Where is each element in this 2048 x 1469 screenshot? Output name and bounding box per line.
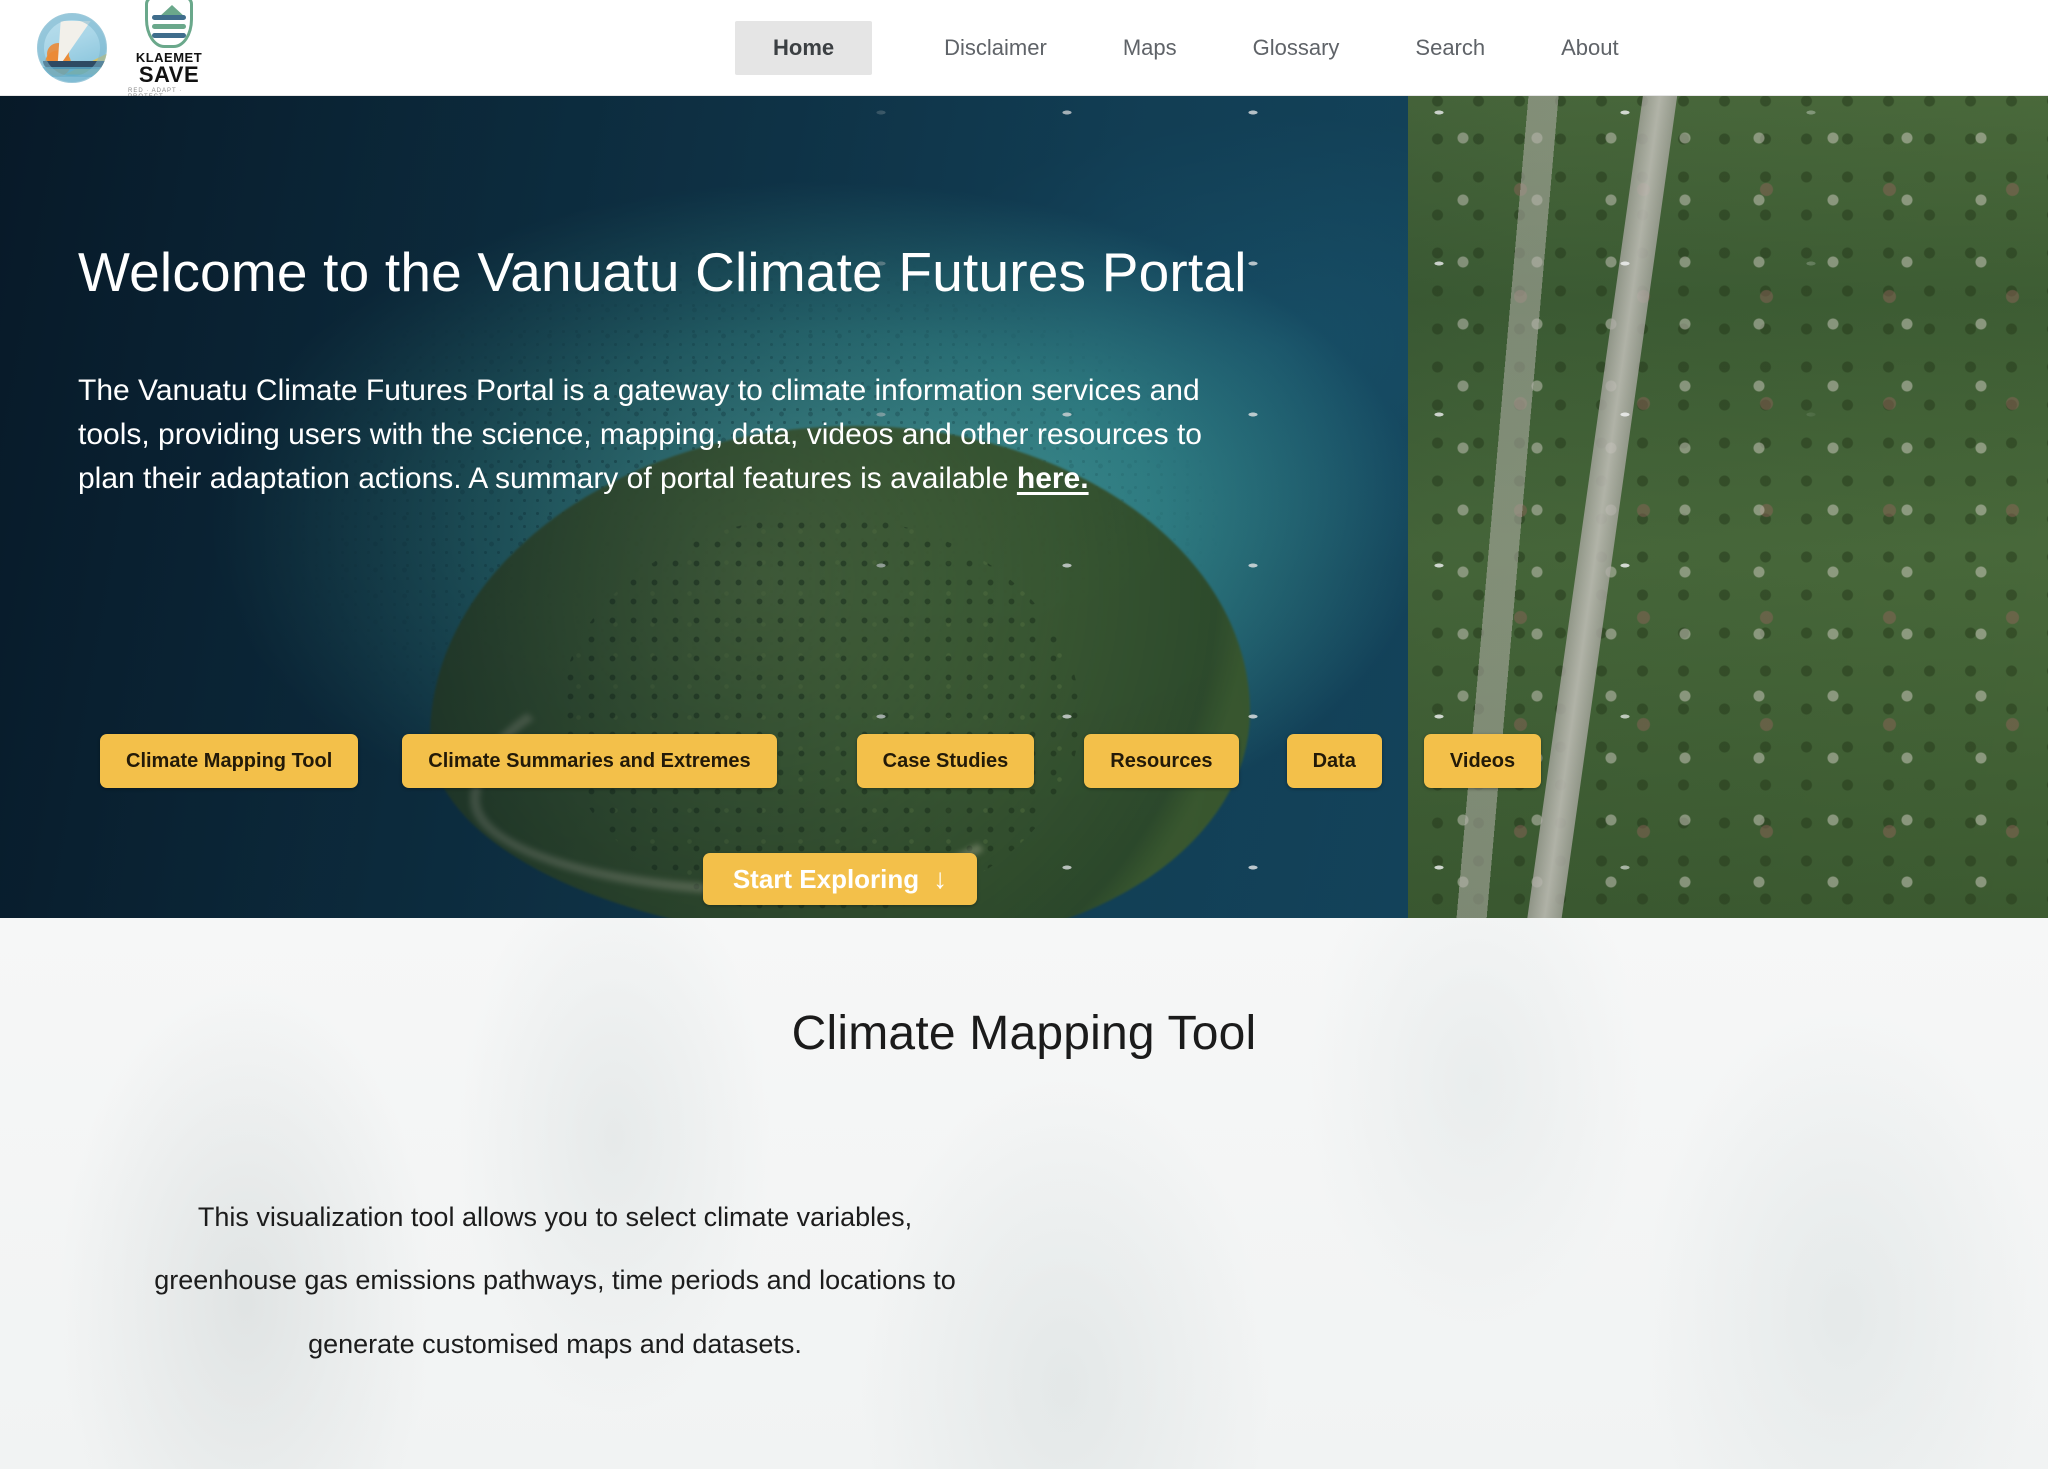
start-exploring-button[interactable]: Start Exploring ↓	[703, 853, 977, 905]
crest-ring	[37, 13, 107, 83]
hero-quick-link-row: Climate Mapping Tool Climate Summaries a…	[0, 734, 1600, 788]
nav-item-maps[interactable]: Maps	[1085, 21, 1215, 75]
hero-banner: Welcome to the Vanuatu Climate Futures P…	[0, 96, 2048, 918]
nav-item-disclaimer[interactable]: Disclaimer	[906, 21, 1085, 75]
nav-item-glossary[interactable]: Glossary	[1215, 21, 1378, 75]
shield-band	[152, 24, 186, 29]
nav-item-home[interactable]: Home	[735, 21, 872, 75]
nav-item-about[interactable]: About	[1523, 21, 1657, 75]
quick-link-data[interactable]: Data	[1287, 734, 1382, 788]
klaemet-save-logo[interactable]: KLAEMET SAVE RED · ADAPT · PROTECT	[128, 0, 210, 100]
site-header: KLAEMET SAVE RED · ADAPT · PROTECT Home …	[0, 0, 2048, 96]
quick-link-videos[interactable]: Videos	[1424, 734, 1541, 788]
quick-link-climate-mapping-tool[interactable]: Climate Mapping Tool	[100, 734, 358, 788]
vanuatu-crest-logo-icon[interactable]	[34, 10, 110, 86]
shield-band	[152, 33, 186, 38]
shield-icon	[145, 0, 193, 48]
start-exploring-label: Start Exploring	[733, 864, 919, 895]
mapping-section-body: This visualization tool allows you to se…	[0, 1061, 2048, 1403]
klaemet-wordmark-bottom: SAVE	[139, 64, 199, 86]
quick-link-case-studies[interactable]: Case Studies	[857, 734, 1035, 788]
hero-content: Welcome to the Vanuatu Climate Futures P…	[0, 96, 2048, 501]
arrow-down-icon: ↓	[933, 865, 947, 893]
quick-link-resources[interactable]: Resources	[1084, 734, 1238, 788]
start-exploring-wrapper: Start Exploring ↓	[0, 853, 1680, 905]
shield-band	[152, 15, 186, 20]
brand-logo-group[interactable]: KLAEMET SAVE RED · ADAPT · PROTECT	[34, 0, 210, 96]
quick-link-climate-summaries-and-extremes[interactable]: Climate Summaries and Extremes	[402, 734, 776, 788]
section-title-climate-mapping-tool: Climate Mapping Tool	[0, 918, 2048, 1061]
climate-mapping-tool-section: Climate Mapping Tool This visualization …	[0, 918, 2048, 1469]
hero-description: The Vanuatu Climate Futures Portal is a …	[78, 303, 1258, 501]
page-title: Welcome to the Vanuatu Climate Futures P…	[78, 96, 2048, 303]
mapping-description: This visualization tool allows you to se…	[0, 1186, 960, 1376]
hero-here-link[interactable]: here.	[1017, 462, 1089, 495]
nav-item-search[interactable]: Search	[1377, 21, 1523, 75]
main-navigation: Home Disclaimer Maps Glossary Search Abo…	[735, 0, 1657, 96]
